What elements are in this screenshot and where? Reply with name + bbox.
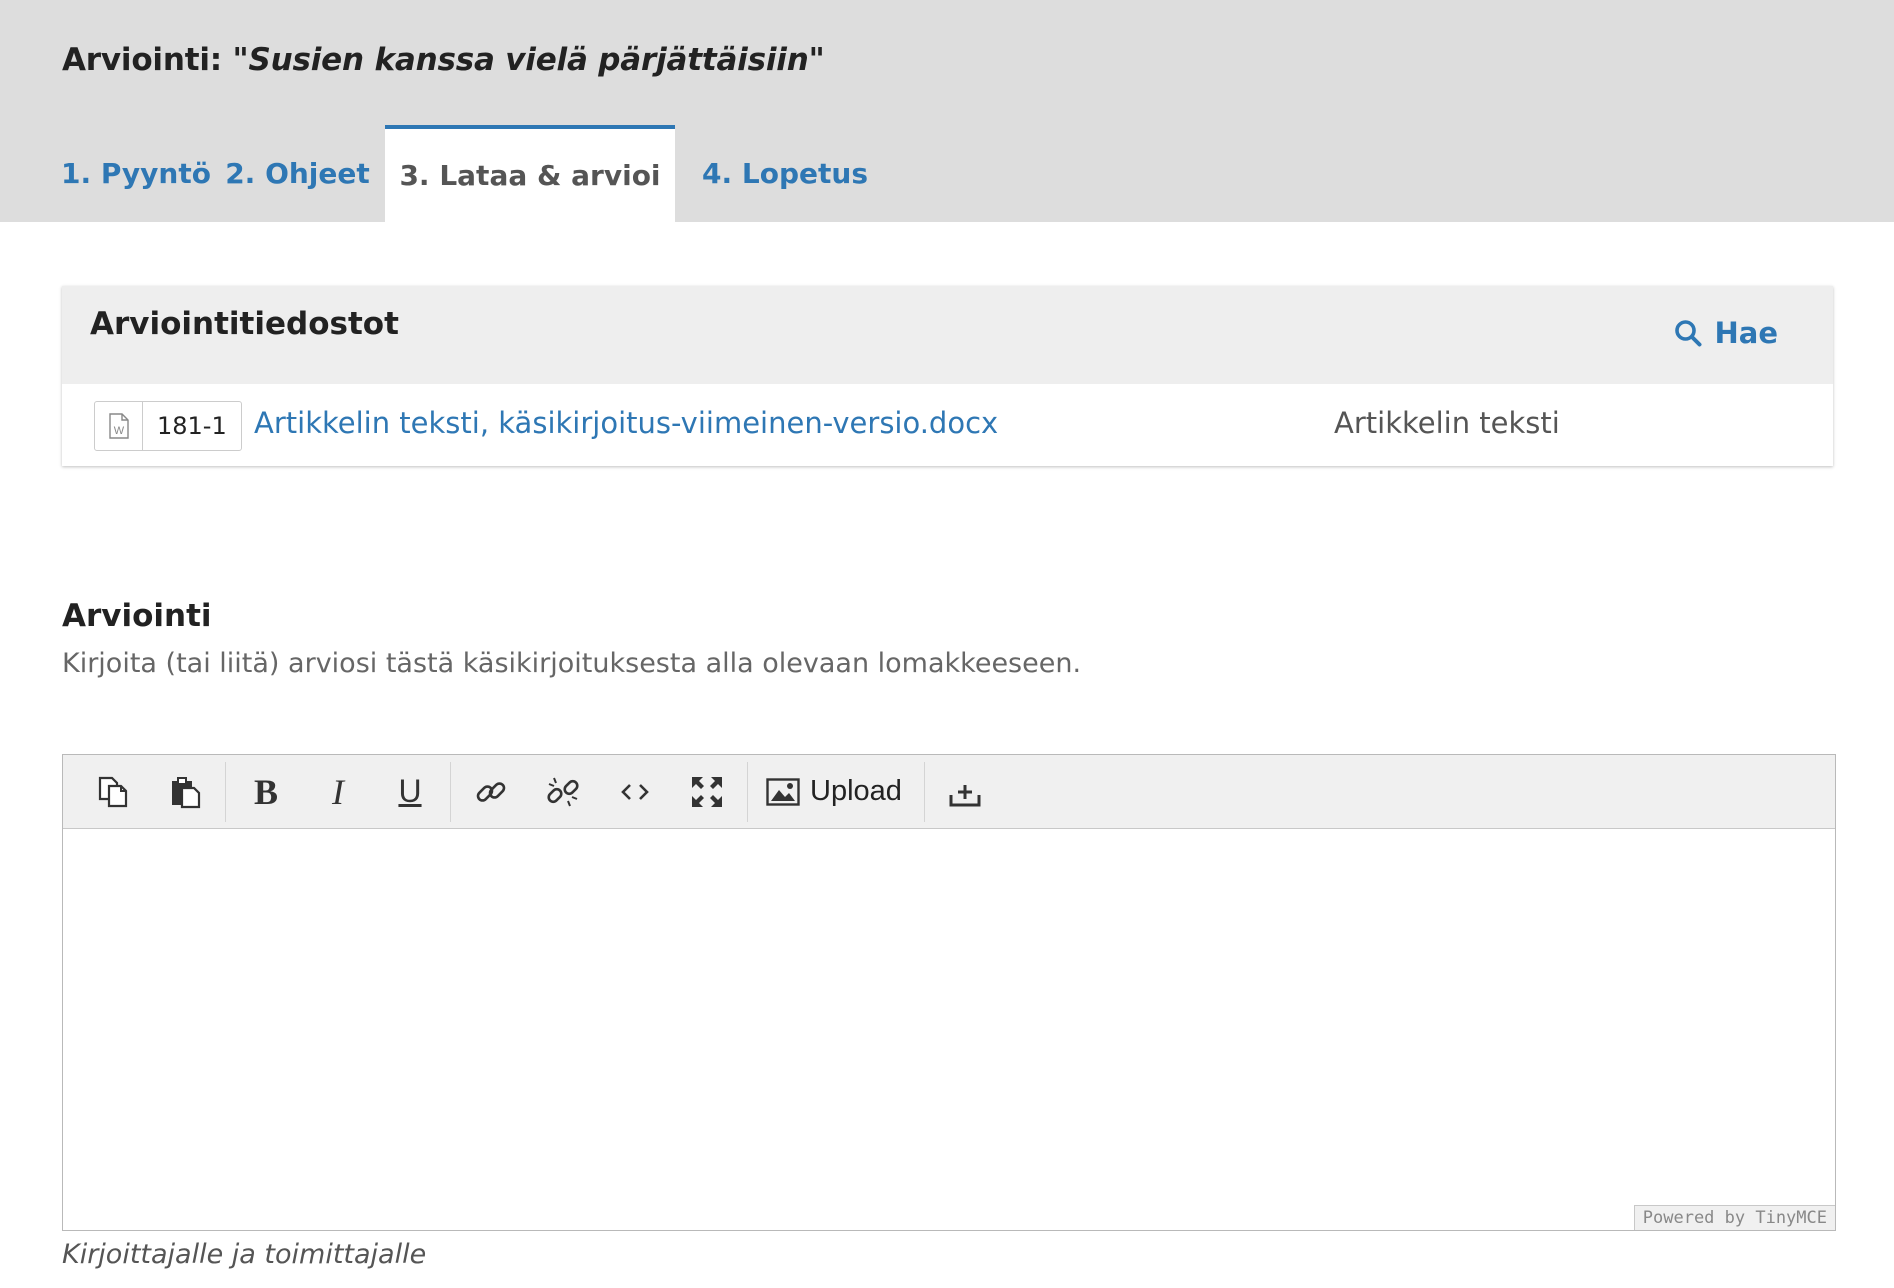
review-description: Kirjoita (tai liitä) arviosi tästä käsik… — [62, 648, 1082, 679]
review-files-panel: Arviointitiedostot Hae W 181-1 Artikkeli… — [62, 286, 1833, 466]
review-files-title: Arviointitiedostot — [90, 306, 399, 342]
upload-image-button[interactable]: Upload — [752, 762, 920, 822]
tab-download-and-review[interactable]: 3. Lataa & arvioi — [385, 125, 675, 222]
underline-icon: U — [398, 773, 422, 809]
insert-icon — [949, 784, 981, 806]
editor-content-area[interactable] — [63, 829, 1835, 1230]
search-label: Hae — [1714, 316, 1778, 350]
format-group: B I U — [226, 761, 451, 822]
wizard-tabs: 1. Pyyntö 2. Ohjeet 3. Lataa & arvioi 4.… — [61, 125, 895, 222]
file-type: Artikkelin teksti — [1334, 406, 1560, 440]
source-code-button[interactable] — [599, 762, 671, 822]
file-badge: W 181-1 — [94, 401, 242, 451]
link-icon — [476, 781, 506, 802]
editor-toolbar: B I U Upload — [63, 755, 1835, 829]
file-row: W 181-1 Artikkelin teksti, käsikirjoitus… — [62, 384, 1833, 466]
image-icon — [766, 777, 800, 806]
copy-icon — [98, 776, 128, 807]
search-icon — [1675, 320, 1702, 347]
tinymce-branding[interactable]: Powered by TinyMCE — [1633, 1205, 1835, 1230]
tab-request[interactable]: 1. Pyyntö — [61, 125, 211, 222]
bold-icon: B — [253, 771, 278, 812]
svg-text:W: W — [113, 425, 124, 437]
file-download-link[interactable]: Artikkelin teksti, käsikirjoitus-viimein… — [254, 406, 998, 440]
file-id: 181-1 — [157, 412, 227, 440]
page-title-prefix: Arviointi: — [62, 42, 233, 78]
fullscreen-button[interactable] — [671, 762, 743, 822]
unlink-icon — [547, 777, 579, 806]
visibility-note: Kirjoittajalle ja toimittajalle — [62, 1239, 427, 1270]
review-editor: B I U Upload Powered by TinyMCE — [62, 754, 1836, 1231]
upload-label: Upload — [810, 775, 902, 807]
insert-group — [925, 762, 1005, 822]
code-icon — [621, 783, 649, 800]
review-files-panel-header: Arviointitiedostot Hae — [62, 286, 1833, 384]
copy-button[interactable] — [77, 762, 149, 822]
fullscreen-icon — [692, 776, 722, 807]
review-heading: Arviointi — [62, 598, 212, 634]
unlink-button[interactable] — [527, 762, 599, 822]
clipboard-group — [73, 761, 226, 822]
link-button[interactable] — [455, 762, 527, 822]
italic-icon: I — [332, 771, 344, 812]
insert-button[interactable] — [929, 762, 1001, 822]
tab-guidelines[interactable]: 2. Ohjeet — [210, 125, 385, 222]
word-document-icon: W — [95, 402, 143, 450]
media-group: Upload — [748, 761, 925, 822]
paste-icon — [172, 776, 201, 808]
link-group — [451, 761, 748, 822]
underline-button[interactable]: U — [374, 762, 446, 822]
search-button[interactable]: Hae — [1674, 316, 1778, 350]
submission-title: "Susien kanssa vielä pärjättäisiin" — [232, 42, 825, 78]
paste-button[interactable] — [149, 762, 221, 822]
tab-completion[interactable]: 4. Lopetus — [675, 125, 895, 222]
italic-button[interactable]: I — [302, 762, 374, 822]
page-title: Arviointi: "Susien kanssa vielä pärjättä… — [62, 42, 825, 78]
page-header: Arviointi: "Susien kanssa vielä pärjättä… — [0, 0, 1894, 222]
bold-button[interactable]: B — [230, 762, 302, 822]
